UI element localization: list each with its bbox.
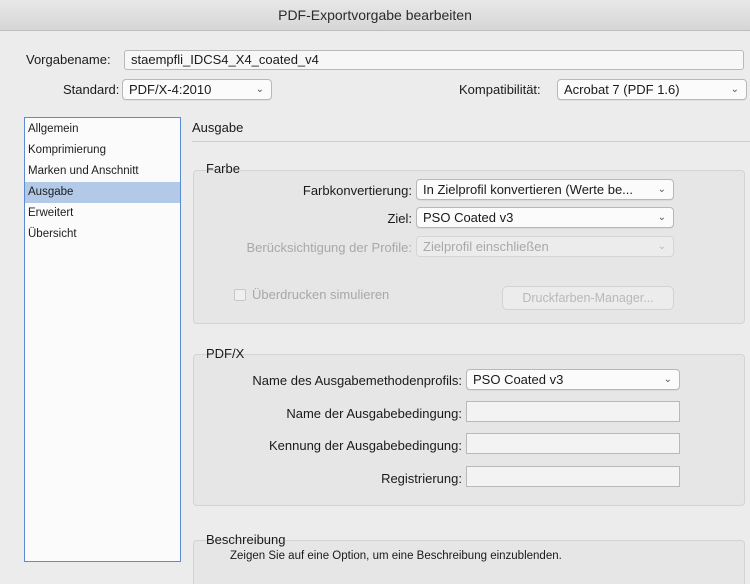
overprint-label: Überdrucken simulieren	[252, 287, 390, 302]
registry-label: Registrierung:	[381, 471, 462, 486]
preset-name-input[interactable]: staempfli_IDCS4_X4_coated_v4	[124, 50, 744, 70]
chevron-down-icon: ⌄	[663, 374, 672, 385]
chevron-down-icon: ⌄	[657, 241, 666, 252]
condition-name-input[interactable]	[466, 401, 680, 422]
conversion-select[interactable]: In Zielprofil konvertieren (Werte be... …	[416, 179, 674, 200]
chevron-down-icon: ⌄	[657, 212, 666, 223]
overprint-checkbox[interactable]	[234, 289, 246, 301]
compat-label: Kompatibilität:	[459, 82, 541, 97]
sidebar-item-ausgabe[interactable]: Ausgabe	[25, 182, 180, 203]
condition-name-label: Name der Ausgabebedingung:	[286, 406, 462, 421]
registry-input[interactable]	[466, 466, 680, 487]
output-profile-label: Name des Ausgabemethodenprofils:	[252, 373, 462, 388]
section-divider	[192, 141, 750, 142]
standard-select-value: PDF/X-4:2010	[129, 82, 212, 97]
standard-label: Standard:	[63, 82, 120, 97]
conversion-select-value: In Zielprofil konvertieren (Werte be...	[423, 182, 634, 197]
compat-select-value: Acrobat 7 (PDF 1.6)	[564, 82, 680, 97]
output-profile-select-value: PSO Coated v3	[473, 372, 564, 387]
ink-manager-button[interactable]: Druckfarben-Manager...	[502, 286, 674, 310]
target-select-value: PSO Coated v3	[423, 210, 514, 225]
conversion-label: Farbkonvertierung:	[302, 183, 412, 198]
sidebar-item-komprimierung[interactable]: Komprimierung	[25, 140, 180, 161]
chevron-down-icon: ⌄	[657, 184, 666, 195]
target-select[interactable]: PSO Coated v3 ⌄	[416, 207, 674, 228]
section-title: Ausgabe	[192, 120, 244, 135]
pdfx-group-title: PDF/X	[206, 346, 245, 361]
standard-select[interactable]: PDF/X-4:2010 ⌄	[122, 79, 272, 100]
chevron-down-icon: ⌄	[255, 84, 264, 95]
profiles-select-value: Zielprofil einschließen	[423, 239, 549, 254]
sidebar-item-uebersicht[interactable]: Übersicht	[25, 224, 180, 245]
chevron-down-icon: ⌄	[730, 84, 739, 95]
description-text: Zeigen Sie auf eine Option, um eine Besc…	[230, 550, 562, 562]
profiles-label: Berücksichtigung der Profile:	[246, 240, 412, 255]
window-title: PDF-Exportvorgabe bearbeiten	[0, 0, 750, 31]
condition-id-label: Kennung der Ausgabebedingung:	[268, 438, 462, 453]
output-profile-select[interactable]: PSO Coated v3 ⌄	[466, 369, 680, 390]
preset-name-label: Vorgabename:	[26, 52, 111, 67]
profiles-select[interactable]: Zielprofil einschließen ⌄	[416, 236, 674, 257]
sidebar: Allgemein Komprimierung Marken und Ansch…	[24, 117, 181, 562]
condition-id-input[interactable]	[466, 433, 680, 454]
sidebar-item-erweitert[interactable]: Erweitert	[25, 203, 180, 224]
compat-select[interactable]: Acrobat 7 (PDF 1.6) ⌄	[557, 79, 747, 100]
sidebar-item-allgemein[interactable]: Allgemein	[25, 119, 180, 140]
description-group-title: Beschreibung	[206, 532, 286, 547]
sidebar-item-marken[interactable]: Marken und Anschnitt	[25, 161, 180, 182]
farbe-group-title: Farbe	[206, 161, 240, 176]
target-label: Ziel:	[387, 211, 412, 226]
